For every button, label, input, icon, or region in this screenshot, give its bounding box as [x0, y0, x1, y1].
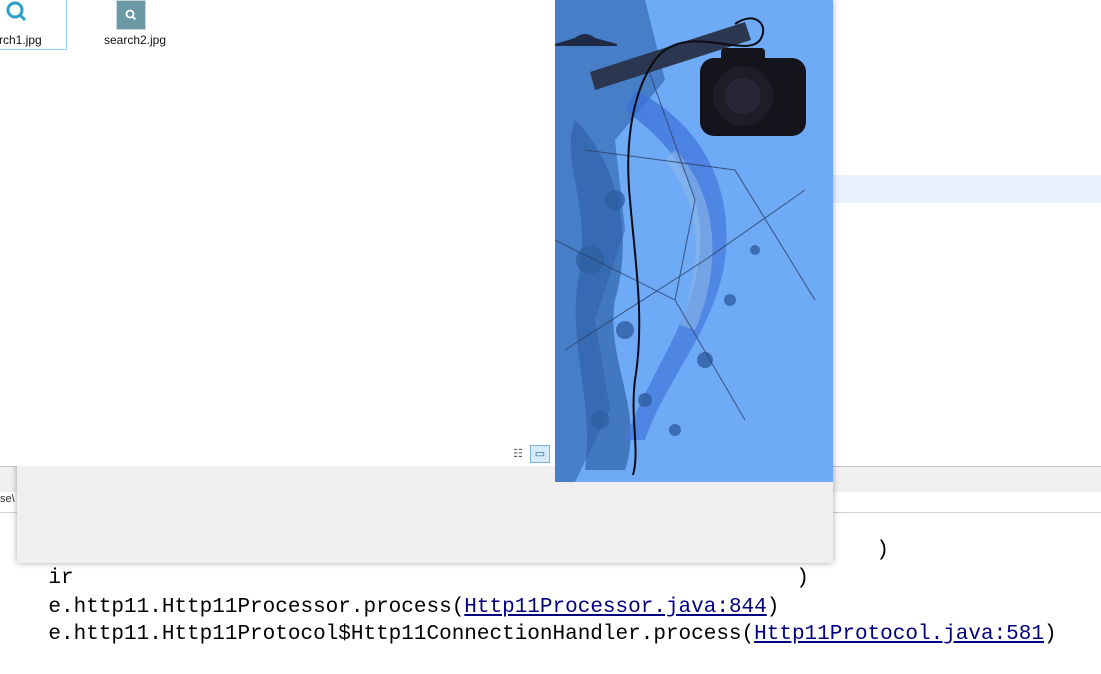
stacktrace-link[interactable]: Http11Protocol.java:581: [754, 623, 1044, 646]
file-item[interactable]: rch1.jpg: [0, 0, 67, 50]
image-thumbnail-icon: [116, 0, 146, 30]
image-preview-pane: [555, 0, 833, 482]
console-line-tail-text: ): [876, 539, 890, 562]
console-line: e.http11.Http11Protocol$Http11Connection…: [0, 596, 1057, 674]
file-item[interactable]: search2.jpg: [95, 0, 175, 50]
console-tab-label[interactable]: se\: [0, 493, 15, 505]
details-view-icon: ☷: [513, 448, 523, 460]
file-name: rch1.jpg: [0, 33, 42, 47]
details-view-button[interactable]: ☷: [509, 446, 527, 462]
preview-pane-icon: ▭: [534, 448, 546, 460]
console-line-tail-text: ): [796, 567, 810, 590]
console-line-text: ): [1044, 623, 1057, 646]
file-name: search2.jpg: [103, 33, 167, 47]
image-thumbnail-icon: [3, 0, 31, 27]
ide-current-line-highlight: [833, 175, 1101, 203]
console-line-tail: ): [826, 512, 889, 590]
preview-view-button[interactable]: ▭: [530, 445, 550, 463]
preview-image: [555, 0, 833, 482]
console-line-text: e.http11.Http11Protocol$Http11Connection…: [48, 623, 755, 646]
dialog-footer: [17, 482, 833, 563]
file-list-pane[interactable]: rch1.jpg search2.jpg ☷ ▭: [0, 0, 573, 466]
